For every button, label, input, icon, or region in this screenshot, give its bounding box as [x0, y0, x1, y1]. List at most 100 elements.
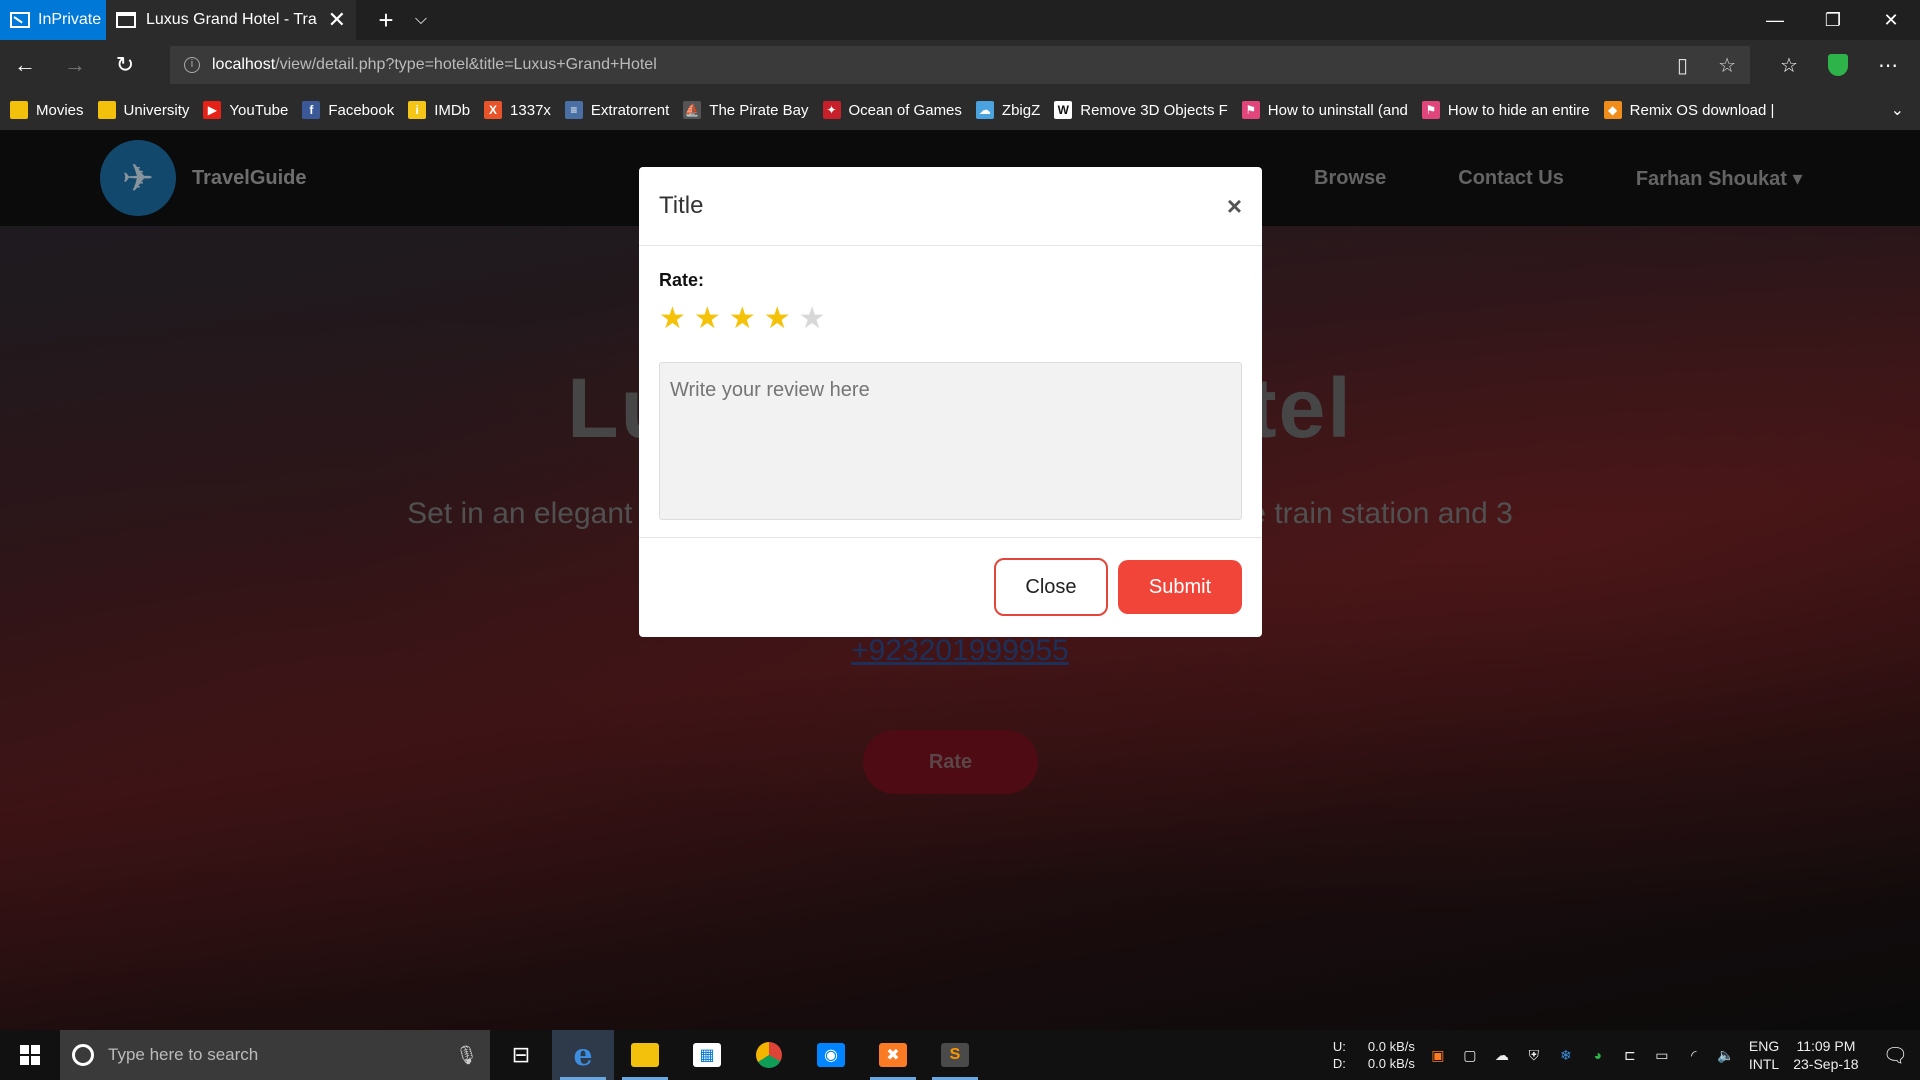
inprivate-icon [10, 12, 30, 28]
more-menu-icon[interactable]: ⋯ [1878, 53, 1898, 78]
back-icon[interactable]: ← [0, 52, 50, 78]
favorite-link[interactable]: ≡ Extratorrent [564, 101, 670, 119]
defender-shield-icon[interactable]: ⛨ [1525, 1047, 1543, 1063]
favorite-link[interactable]: ▶ YouTube [203, 101, 288, 119]
messenger-app-icon[interactable]: ◉ [800, 1030, 862, 1080]
window-controls: — ❐ ✕ [1746, 10, 1920, 31]
forward-icon[interactable]: → [50, 52, 100, 78]
tab-favicon-icon [116, 12, 136, 28]
favorite-label: Remove 3D Objects F [1080, 101, 1228, 119]
system-tray: U: D: 0.0 kB/s 0.0 kB/s ▣ ▢ ☁ ⛨ ❄ ◕ ⊏ ▭ … [1333, 1037, 1920, 1073]
review-textarea[interactable] [659, 362, 1242, 520]
favorite-link[interactable]: ⛵ The Pirate Bay [683, 101, 809, 119]
snowflake-tray-icon[interactable]: ❄ [1557, 1047, 1575, 1063]
battery-icon[interactable]: ▭ [1653, 1047, 1671, 1063]
modal-close-icon[interactable]: × [1227, 191, 1242, 222]
clock[interactable]: 11:09 PM 23-Sep-18 [1793, 1037, 1858, 1073]
chrome-app-icon[interactable] [738, 1030, 800, 1080]
favorite-label: The Pirate Bay [709, 101, 809, 119]
download-speed: 0.0 kB/s [1367, 1056, 1415, 1071]
refresh-icon[interactable]: ↻ [100, 52, 150, 78]
favorite-label: Extratorrent [590, 101, 670, 119]
restore-icon[interactable]: ❐ [1804, 10, 1862, 31]
upload-speed: 0.0 kB/s [1367, 1039, 1415, 1054]
facebook-icon: f [302, 101, 321, 119]
star-rating: ★ ★ ★ ★ ★ [659, 301, 1242, 336]
inprivate-badge: InPrivate [0, 0, 106, 40]
minimize-icon[interactable]: — [1746, 10, 1804, 31]
ship-icon: ⛵ [683, 101, 702, 119]
volume-icon[interactable]: 🔈 [1717, 1047, 1735, 1063]
file-explorer-app-icon[interactable] [614, 1030, 676, 1080]
windows-logo-icon [20, 1045, 40, 1065]
submit-button[interactable]: Submit [1118, 560, 1242, 614]
store-app-icon[interactable]: ▦ [676, 1030, 738, 1080]
action-center-icon[interactable]: 🗨 [1883, 1043, 1908, 1068]
favorite-link[interactable]: ☁ ZbigZ [975, 101, 1040, 119]
sublime-text-app-icon[interactable]: S [924, 1030, 986, 1080]
favorite-link[interactable]: University [97, 101, 190, 119]
tab-list-chevron-icon[interactable]: ⌵ [406, 11, 436, 29]
browser-tab[interactable]: Luxus Grand Hotel - Tra ✕ [106, 0, 356, 40]
cortana-icon [72, 1044, 94, 1066]
url-host: localhost [212, 56, 276, 73]
favorite-label: Facebook [328, 101, 395, 119]
star-icon[interactable]: ★ [729, 301, 756, 336]
edge-app-icon[interactable]: e [552, 1030, 614, 1080]
favorite-link[interactable]: f Facebook [302, 101, 394, 119]
wifi-icon[interactable]: ◜ [1685, 1047, 1703, 1063]
task-view-icon[interactable]: ⊟ [490, 1030, 552, 1080]
xampp-tray-icon[interactable]: ▣ [1429, 1047, 1447, 1063]
favorite-label: Movies [36, 101, 84, 119]
color-wheel-tray-icon[interactable]: ◕ [1589, 1047, 1607, 1063]
gamepad-icon: ✦ [822, 101, 841, 119]
favorite-link[interactable]: W Remove 3D Objects F [1054, 101, 1228, 119]
clock-time: 11:09 PM [1796, 1038, 1856, 1054]
folder-icon [10, 101, 28, 119]
favorite-label: University [123, 101, 190, 119]
start-button[interactable] [0, 1030, 60, 1080]
projector-tray-icon[interactable]: ⊏ [1621, 1047, 1639, 1063]
taskbar-search[interactable]: Type here to search 🎙 [60, 1030, 490, 1080]
star-icon[interactable]: ★ [659, 301, 686, 336]
net-labels: U: D: [1333, 1038, 1346, 1072]
folder-icon [97, 101, 116, 119]
star-icon[interactable]: ★ [799, 301, 826, 336]
download-label: D: [1332, 1056, 1346, 1071]
star-icon[interactable]: ★ [694, 301, 721, 336]
favorite-label: Remix OS download | [1629, 101, 1775, 119]
adblock-shield-icon[interactable] [1827, 54, 1848, 76]
x-icon: X [484, 101, 503, 119]
favorite-star-icon[interactable]: ☆ [1718, 53, 1736, 78]
xampp-app-icon[interactable]: ✖ [862, 1030, 924, 1080]
favorite-link[interactable]: ◆ Remix OS download | [1603, 101, 1775, 119]
favorite-link[interactable]: X 1337x [484, 101, 551, 119]
favorite-link[interactable]: ✦ Ocean of Games [822, 101, 962, 119]
new-tab-icon[interactable]: + [366, 5, 406, 36]
input-language[interactable]: ENG INTL [1749, 1037, 1779, 1073]
favorite-link[interactable]: ⚑ How to uninstall (and [1241, 101, 1408, 119]
onedrive-cloud-icon[interactable]: ☁ [1493, 1047, 1511, 1063]
star-icon[interactable]: ★ [764, 301, 791, 336]
favorite-label: IMDb [434, 101, 471, 119]
microphone-icon[interactable]: 🎙 [455, 1045, 478, 1066]
favorite-link[interactable]: Movies [10, 101, 84, 119]
imdb-icon: i [408, 101, 427, 119]
favorite-link[interactable]: i IMDb [408, 101, 470, 119]
flag-icon: ⚑ [1421, 101, 1440, 119]
window-close-icon[interactable]: ✕ [1862, 10, 1920, 31]
lang-bottom: INTL [1748, 1056, 1780, 1072]
close-button[interactable]: Close [994, 558, 1108, 616]
favorites-hub-icon[interactable]: ☆ [1780, 53, 1798, 78]
tab-close-icon[interactable]: ✕ [328, 7, 346, 33]
modal-footer: Close Submit [639, 538, 1262, 636]
w-icon: W [1054, 101, 1073, 119]
lang-top: ENG [1748, 1038, 1780, 1054]
favorites-overflow-chevron-icon[interactable]: ⌄ [1891, 100, 1904, 120]
url-field[interactable]: i localhost/view/detail.php?type=hotel&t… [170, 46, 1750, 84]
reading-view-icon[interactable]: ▯ [1677, 53, 1688, 78]
display-tray-icon[interactable]: ▢ [1461, 1047, 1479, 1063]
site-info-icon[interactable]: i [184, 57, 200, 73]
favorite-label: YouTube [229, 101, 289, 119]
favorite-link[interactable]: ⚑ How to hide an entire [1421, 101, 1590, 119]
